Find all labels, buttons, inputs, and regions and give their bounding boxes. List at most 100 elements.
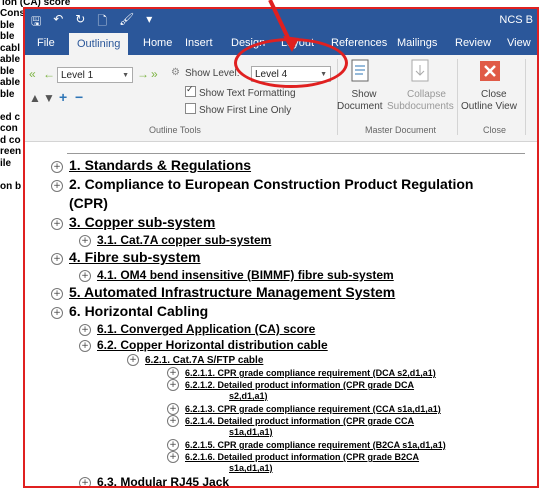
show-document-label-2: Document [337, 101, 383, 112]
outline-item-level-1[interactable]: (CPR) [69, 195, 108, 211]
callout-circle [234, 38, 348, 88]
tab-view[interactable]: View [507, 37, 531, 49]
tab-references[interactable]: References [331, 37, 387, 49]
expand-heading-icon[interactable]: + [79, 324, 91, 336]
outline-item-level-1[interactable]: +6. Horizontal Cabling [51, 303, 208, 319]
outline-item-level-4[interactable]: +6.2.1.2. Detailed product information (… [167, 379, 414, 391]
expand-heading-icon[interactable]: + [167, 415, 179, 427]
tab-review[interactable]: Review [455, 37, 491, 49]
outline-level-value: Level 1 [61, 70, 94, 81]
outline-item-text: 6.2.1.3. CPR grade compliance requiremen… [185, 404, 441, 414]
outline-item-text: 4.1. OM4 bend insensitive (BIMMF) fibre … [97, 268, 394, 282]
collapse-subdocuments-button[interactable]: Subdocuments [387, 101, 454, 112]
expand-heading-icon[interactable]: + [167, 451, 179, 463]
expand-heading-icon[interactable]: + [51, 288, 63, 300]
show-first-line-only-label: Show First Line Only [199, 105, 292, 116]
expand-heading-icon[interactable]: + [51, 218, 63, 230]
move-up-icon[interactable]: ▲ [29, 91, 41, 105]
checkbox-unchecked-icon [185, 103, 196, 114]
outline-item-text: 6.2.1. Cat.7A S/FTP cable [145, 355, 264, 366]
outline-item-text: 6.2.1.6. Detailed product information (C… [185, 452, 420, 462]
outline-item-text: 6.2.1.5. CPR grade compliance requiremen… [185, 440, 446, 450]
expand-heading-icon[interactable]: + [51, 180, 63, 192]
show-first-line-only-checkbox[interactable]: Show First Line Only [185, 103, 291, 116]
expand-heading-icon[interactable]: + [51, 307, 63, 319]
expand-heading-icon[interactable]: + [79, 477, 91, 486]
quick-access-toolbar: 🖫 ↶ ↻ 🗋 🖌 ▾ [31, 12, 152, 33]
outline-item-level-1[interactable]: +4. Fibre sub-system [51, 249, 201, 265]
tab-home[interactable]: Home [143, 37, 172, 49]
document-area: +1. Standards & Regulations +2. Complianc… [27, 143, 535, 486]
outline-item-text: 3.1. Cat.7A copper sub-system [97, 233, 272, 247]
outline-item-text: 5. Automated Infrastructure Management S… [69, 284, 396, 300]
save-icon[interactable]: 🖫 [31, 12, 41, 33]
promote-to-heading1-icon[interactable]: « [29, 67, 36, 81]
print-preview-icon[interactable]: 🗋 [97, 12, 107, 33]
show-document-icon [351, 59, 369, 82]
expand-heading-icon[interactable]: + [51, 161, 63, 173]
outline-item-level-4[interactable]: s2,d1,a1) [229, 391, 268, 401]
tab-insert[interactable]: Insert [185, 37, 213, 49]
outline-item-level-4[interactable]: s1a,d1,a1) [229, 463, 273, 473]
outline-item-level-1[interactable]: +2. Compliance to European Construction … [51, 176, 473, 192]
customize-qat-icon[interactable]: ▾ [146, 12, 152, 33]
outline-level-combo[interactable]: Level 1 ▼ [57, 67, 133, 83]
outline-item-text: 1. Standards & Regulations [69, 157, 252, 173]
redo-icon[interactable]: ↻ [75, 12, 85, 33]
show-text-formatting-label: Show Text Formatting [199, 88, 296, 99]
page-top-rule [67, 153, 525, 154]
undo-icon[interactable]: ↶ [53, 12, 63, 33]
move-down-icon[interactable]: ▼ [43, 91, 55, 105]
outline-item-level-4[interactable]: +6.2.1.4. Detailed product information (… [167, 415, 414, 427]
outline-item-level-2[interactable]: +6.2. Copper Horizontal distribution cab… [79, 338, 328, 352]
expand-heading-icon[interactable]: + [167, 379, 179, 391]
promote-icon[interactable]: ← [43, 67, 55, 81]
tab-file[interactable]: File [37, 37, 55, 49]
expand-heading-icon[interactable]: + [79, 340, 91, 352]
close-outline-view-label-1: Close [481, 89, 507, 100]
expand-heading-icon[interactable]: + [79, 235, 91, 247]
outline-item-level-4[interactable]: +6.2.1.3. CPR grade compliance requireme… [167, 403, 441, 415]
expand-heading-icon[interactable]: + [127, 354, 139, 366]
document-title: NCS B [499, 14, 533, 26]
outline-item-level-1[interactable]: +1. Standards & Regulations [51, 157, 251, 173]
outline-item-level-1[interactable]: +3. Copper sub-system [51, 214, 215, 230]
background-top-strip: ion (CA) score [0, 0, 539, 8]
show-text-formatting-checkbox[interactable]: Show Text Formatting [185, 84, 296, 99]
outline-item-level-1[interactable]: +5. Automated Infrastructure Management … [51, 284, 395, 300]
close-icon [480, 61, 500, 81]
close-outline-view-button[interactable]: Outline View [461, 101, 517, 112]
outline-item-level-3[interactable]: +6.2.1. Cat.7A S/FTP cable [127, 354, 263, 366]
collapse-icon[interactable]: − [75, 89, 83, 105]
outline-item-text: 4. Fibre sub-system [69, 249, 201, 265]
format-painter-icon[interactable]: 🖌 [119, 12, 134, 33]
outline-item-level-4[interactable]: s1a,d1,a1) [229, 427, 273, 437]
outline-item-level-2[interactable]: +3.1. Cat.7A copper sub-system [79, 233, 271, 247]
group-separator [457, 59, 458, 135]
outline-item-text: s2,d1,a1) [229, 391, 268, 401]
outline-item-text: 6.2.1.4. Detailed product information (C… [185, 416, 415, 426]
outline-item-level-2[interactable]: +6.1. Converged Application (CA) score [79, 322, 315, 336]
expand-heading-icon[interactable]: + [51, 253, 63, 265]
demote-to-body-icon[interactable]: » [151, 67, 158, 81]
collapse-subdocuments-label-1: Collapse [407, 89, 446, 100]
expand-heading-icon[interactable]: + [79, 270, 91, 282]
outline-item-text: 6.1. Converged Application (CA) score [97, 322, 316, 336]
demote-icon[interactable]: → [137, 67, 149, 81]
outline-item-level-2[interactable]: +4.1. OM4 bend insensitive (BIMMF) fibre… [79, 268, 394, 282]
expand-icon[interactable]: + [59, 89, 67, 105]
expand-heading-icon[interactable]: + [167, 367, 179, 379]
expand-heading-icon[interactable]: + [167, 439, 179, 451]
collapse-subdocuments-icon [411, 59, 429, 82]
outline-tools-group-label: Outline Tools [149, 125, 201, 135]
show-document-label-1: Show [351, 89, 377, 100]
outline-item-level-4[interactable]: +6.2.1.5. CPR grade compliance requireme… [167, 439, 446, 451]
expand-heading-icon[interactable]: + [167, 403, 179, 415]
outline-item-level-2[interactable]: +6.3. Modular RJ45 Jack [79, 475, 229, 486]
tab-outlining[interactable]: Outlining [69, 33, 129, 55]
tab-mailings[interactable]: Mailings [397, 37, 437, 49]
outline-item-level-4[interactable]: +6.2.1.6. Detailed product information (… [167, 451, 419, 463]
show-document-button[interactable]: Show [347, 89, 381, 100]
outline-item-text: 3. Copper sub-system [69, 214, 216, 230]
outline-item-level-4[interactable]: +6.2.1.1. CPR grade compliance requireme… [167, 367, 436, 379]
